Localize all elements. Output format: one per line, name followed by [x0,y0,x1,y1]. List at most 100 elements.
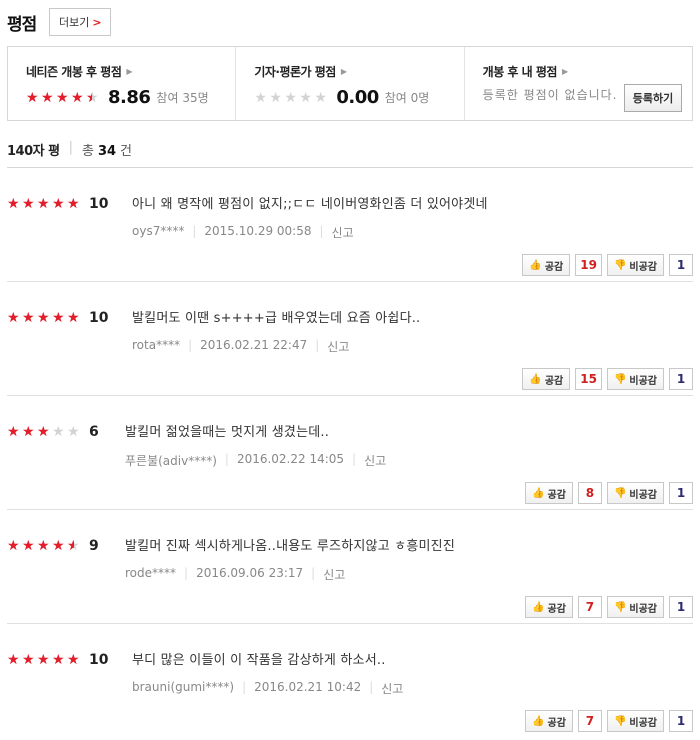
triangle-right-icon: ▶ [126,67,133,76]
downvote-count: 1 [669,596,693,618]
downvote-button[interactable]: 👎 비공감 [606,368,664,390]
star-icon: ★★ [37,310,50,326]
star-icon: ★★ [37,196,50,212]
netizen-stars: ★★★★★★★★★★ [26,91,100,105]
thumb-up-icon: 👍 [532,715,545,727]
my-rating-title[interactable]: 개봉 후 내 평점 ▶ [483,63,692,80]
review-date: 2016.02.21 22:47 [200,338,308,352]
star-icon: ★★ [299,89,312,106]
report-link[interactable]: 신고 [364,452,386,469]
upvote-button[interactable]: 👍 공감 [525,710,573,732]
star-icon: ★★ [37,652,50,668]
thumb-down-icon: 👎 [613,601,627,613]
star-icon: ★★ [7,196,20,212]
review-date: 2015.10.29 00:58 [204,224,312,238]
review-item: ★ ★ ★ ★ ★ ★ ★ ★ ★ ★ 10 부디 많은 이들이 이 작품을 감상하게 하소서.. … [7,624,693,738]
review-score: 10 [89,310,109,326]
review-item: ★★★★★★★★★★6 발킬머 젊었을때는 멋지게 생겼는데.. 푸른불(adi… [7,396,693,510]
star-icon: ★★ [67,196,80,212]
downvote-count: 1 [669,482,693,504]
review-date: 2016.02.22 14:05 [236,452,345,466]
review-text: 부디 많은 이들이 이 작품을 감상하게 하소서.. [132,653,386,668]
triangle-right-icon: ▶ [561,67,568,76]
critic-score: 0.00 [336,87,379,108]
thumb-down-icon: 👎 [613,259,627,271]
star-icon: ★★ [41,89,54,106]
review-date: 2016.02.21 10:42 [254,680,362,694]
star-icon: ★★ [52,538,65,554]
chevron-right-icon: > [92,15,102,29]
review-text: 아니 왜 명작에 평점이 없지;;ㄷㄷ 네이버영화인좀 더 있어야겟네 [132,197,488,212]
review-count-bar: 140자 평 | 총 34 건 [7,140,693,168]
critic-stars: ★★★★★★★★★★ [254,91,328,105]
star-icon: ★★ [284,89,297,106]
upvote-button[interactable]: 👍 공감 [525,482,573,504]
section-header: 평점 더보기 > [7,6,112,38]
more-button[interactable]: 더보기 > [49,8,112,36]
review-item: ★ ★ ★ ★ ★ ★ ★ ★ ★ ★ 9 발킬머 진짜 섹시하게나옴..내용도 루즈하지않고 ㅎ흥… [7,510,693,624]
star-icon: ★★ [86,89,99,106]
upvote-button[interactable]: 👍 공감 [522,368,571,390]
review-stars: ★★★★★★★★★★ [7,197,81,211]
thumb-up-icon: 👍 [529,259,542,271]
review-type-label: 140자 평 [7,144,60,159]
review-user[interactable]: 푸른불(adiv****) [125,452,217,469]
review-score: 9 [89,538,99,554]
upvote-count: 7 [577,710,602,732]
rating-summary: 네티즌 개봉 후 평점 ▶ ★★★★★★★★★★ 8.86 참여 35명 기자·… [7,46,693,121]
report-link[interactable]: 신고 [323,566,345,583]
star-icon: ★★ [52,196,65,212]
downvote-count: 1 [669,254,693,276]
downvote-button[interactable]: 👎 비공감 [606,482,664,504]
register-rating-button[interactable]: 등록하기 [623,84,682,112]
review-item: ★ ★ ★ ★ ★ ★ ★ ★ ★ ★ 10 아니 왜 명작에 평점이 없지;;ㄷㄷ 네이버영화인좀… [7,168,693,282]
review-stars: ★★★★★★★★★★ [7,653,81,667]
star-icon: ★★ [254,89,267,106]
star-icon: ★★ [22,652,35,668]
star-icon: ★★ [52,424,65,440]
star-icon: ★★ [7,310,20,326]
triangle-right-icon: ▶ [340,67,347,76]
thumb-down-icon: 👎 [613,373,627,385]
star-icon: ★★ [67,310,80,326]
thumb-down-icon: 👎 [613,715,627,727]
netizen-rating-title[interactable]: 네티즌 개봉 후 평점 ▶ [26,63,235,80]
divider: | [68,140,73,155]
netizen-rating: 네티즌 개봉 후 평점 ▶ ★★★★★★★★★★ 8.86 참여 35명 [8,47,235,120]
star-icon: ★★ [314,89,327,106]
review-text: 발킬머 젊었을때는 멋지게 생겼는데.. [125,425,330,440]
thumb-up-icon: 👍 [532,601,545,613]
my-rating: 개봉 후 내 평점 ▶ 등록한 평점이 없습니다. 등록하기 [463,47,692,120]
report-link[interactable]: 신고 [381,680,403,697]
review-stars: ★★★★★★★★★★ [7,425,81,439]
thumb-down-icon: 👎 [613,487,627,499]
star-icon: ★★ [52,652,65,668]
review-user[interactable]: rode**** [125,566,176,583]
star-icon: ★★ [7,538,20,554]
downvote-button[interactable]: 👎 비공감 [606,710,664,732]
report-link[interactable]: 신고 [327,338,349,355]
review-score: 10 [89,196,109,212]
critic-rating-title[interactable]: 기자·평론가 평점 ▶ [254,63,463,80]
downvote-button[interactable]: 👎 비공감 [606,254,664,276]
upvote-button[interactable]: 👍 공감 [525,596,573,618]
star-icon: ★★ [37,424,50,440]
downvote-count: 1 [669,710,693,732]
star-icon: ★★ [67,652,80,668]
star-icon: ★★ [37,538,50,554]
star-icon: ★★ [67,424,80,440]
star-icon: ★★ [269,89,282,106]
star-icon: ★★ [67,538,80,554]
star-icon: ★★ [22,538,35,554]
review-score: 10 [89,652,109,668]
review-user[interactable]: brauni(gumi****) [132,680,234,697]
page-title: 평점 [7,14,37,35]
downvote-button[interactable]: 👎 비공감 [606,596,664,618]
review-user[interactable]: oys7**** [132,224,184,241]
review-user[interactable]: rota**** [132,338,180,355]
upvote-button[interactable]: 👍 공감 [522,254,571,276]
report-link[interactable]: 신고 [332,224,354,241]
review-stars: ★★★★★★★★★★ [7,539,81,553]
review-stars: ★★★★★★★★★★ [7,311,81,325]
upvote-count: 8 [577,482,602,504]
